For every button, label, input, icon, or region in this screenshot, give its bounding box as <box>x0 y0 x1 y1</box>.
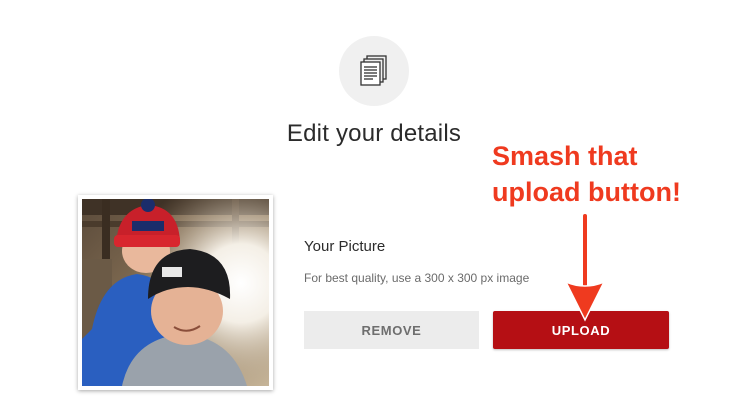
annotation-line-1: Smash that <box>492 141 638 171</box>
profile-photo <box>82 199 269 386</box>
edit-details-page: Edit your details Your Picture For best … <box>0 0 735 416</box>
annotation-text: Smash that upload button! <box>492 138 702 210</box>
image-size-hint: For best quality, use a 300 x 300 px ima… <box>304 271 530 285</box>
documents-icon-circle <box>339 36 409 106</box>
your-picture-label: Your Picture <box>304 238 386 255</box>
profile-photo-frame <box>78 195 273 390</box>
documents-icon <box>360 55 387 86</box>
annotation-arrow-icon <box>564 212 606 322</box>
remove-button[interactable]: REMOVE <box>304 311 479 349</box>
annotation-line-2: upload button! <box>492 177 681 207</box>
